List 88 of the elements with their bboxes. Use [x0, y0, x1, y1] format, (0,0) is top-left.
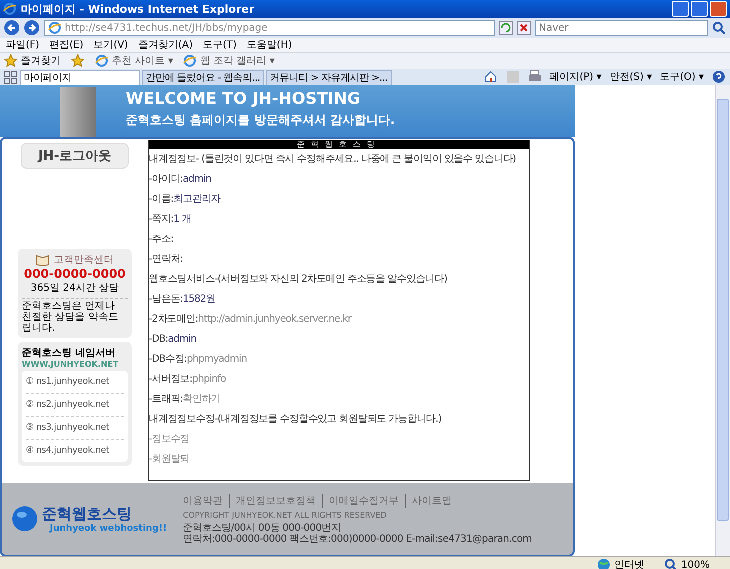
footer-address: 준혁호스팅/00시 00동 000-000번지 [183, 522, 342, 534]
nameserver-item: ③ ns3.junhyeok.net [26, 417, 124, 440]
maximize-button[interactable] [691, 1, 708, 17]
nameserver-title: 준혁호스팅 네임서버 [22, 347, 116, 360]
stop-icon[interactable] [517, 21, 531, 35]
help-icon[interactable] [712, 70, 726, 84]
book-icon [36, 253, 50, 267]
banner-subheading: 준혁호스팅 홈페이지를 방문해주셔서 감사합니다. [126, 112, 396, 129]
account-link[interactable]: -정보수정 [149, 434, 190, 445]
browser-tab[interactable]: 커뮤니티 > 자유게시판 >... [266, 70, 392, 85]
quick-tabs-icon[interactable] [4, 71, 18, 85]
field-label: -연락처: [149, 254, 183, 265]
refresh-icon[interactable] [499, 21, 513, 35]
browser-logo-icon [3, 2, 17, 16]
field-value: admin [182, 174, 212, 185]
support-note: 준혁호스팅은 언제나 친절한 상담을 약속드립니다. [22, 298, 128, 334]
footer-slogan: Junhyeok webhosting!! [48, 524, 168, 534]
home-icon[interactable] [484, 70, 498, 84]
browser-tab[interactable]: 간만에 들렀어요 - 웹속의... [142, 70, 264, 85]
add-favorite-icon[interactable] [71, 54, 85, 68]
print-icon[interactable] [528, 70, 542, 84]
field-label: -주소: [149, 234, 174, 245]
field-label: -트래픽: [149, 394, 183, 405]
server-drawing [60, 87, 96, 137]
site-address: WWW.JUNHYEOK.NET [22, 360, 120, 369]
nameserver-item: ① ns1.junhyeok.net [26, 371, 124, 394]
support-phone: 000-0000-0000 [24, 267, 126, 281]
menu-item[interactable]: 도구(T) [203, 38, 237, 52]
banner-heading: WELCOME TO JH-HOSTING [126, 90, 362, 108]
panel-title: 준혁웹호스팅 [149, 140, 529, 149]
field-label: -남은돈: [149, 294, 183, 305]
field-value: 최고관리자 [174, 194, 221, 205]
close-button[interactable] [710, 1, 727, 17]
field-label: -2차도메인: [149, 314, 198, 325]
field-value: admin [168, 334, 196, 345]
browser-tab[interactable]: 마이페이지 [20, 70, 140, 85]
section-heading: 내계정정보수정-(내계정정보를 수정할수있고 회원탈퇴도 가능합니다.) [149, 414, 442, 425]
field-value: 1582원 [182, 294, 216, 305]
scroll-thumb[interactable] [717, 99, 729, 521]
menu-item[interactable]: 편집(E) [50, 38, 84, 52]
scrollbar[interactable] [715, 85, 730, 556]
account-link[interactable]: phpinfo [192, 374, 226, 385]
forward-button[interactable] [24, 20, 40, 36]
field-label: -서버정보: [149, 374, 192, 385]
address-field[interactable]: http://se4731.techus.net/JH/bbs/mypage [44, 20, 495, 36]
favorites-link[interactable]: 웹 조각 갤러리 ▾ [200, 54, 275, 68]
page-icon [48, 21, 62, 35]
command-menu[interactable]: 페이지(P) ▾ [550, 70, 602, 84]
section-heading: 내계정정보- (틀린것이 있다면 즉시 수정해주세요.. 나중에 큰 불이익이 있을수 있습니다) [149, 154, 516, 165]
menu-item[interactable]: 파일(F) [6, 38, 40, 52]
command-menu[interactable]: 도구(O) ▾ [660, 70, 704, 84]
account-link[interactable]: -회원탈퇴 [149, 454, 190, 465]
footer-contact: 연락처:000-0000-0000 팩스번호:000)0000-0000 E-mail:se4731@paran.com [183, 534, 532, 544]
account-link[interactable]: 확인하기 [182, 394, 221, 405]
globe-icon [597, 558, 612, 569]
field-label: -이름: [149, 194, 174, 205]
globe-icon [12, 506, 38, 532]
account-link[interactable]: http://admin.junhyeok.server.ne.kr [198, 314, 352, 325]
footer-logo: 준혁웹호스팅 [42, 504, 133, 524]
star-icon [4, 54, 18, 68]
command-menu[interactable]: 안전(S) ▾ [610, 70, 652, 84]
favorites-link[interactable]: 추천 사이트 ▾ [112, 54, 174, 68]
field-label: -아이디: [149, 174, 183, 185]
favorites-button[interactable]: 즐겨찾기 [21, 54, 61, 68]
field-label: -DB수정: [149, 354, 187, 365]
page-icon [95, 54, 109, 68]
field-label: -DB: [149, 334, 168, 345]
zoom-level[interactable]: 100% [681, 560, 710, 569]
support-title: 고객만족센터 [54, 254, 114, 267]
logout-button[interactable]: JH-로그아웃 [21, 143, 129, 169]
section-heading: 웹호스팅서비스-(서버정보와 자신의 2차도메인 주소등을 알수있습니다) [149, 274, 448, 285]
window-title: 마이페이지 - Windows Internet Explorer [21, 2, 256, 16]
nameserver-item: ④ ns4.junhyeok.net [26, 445, 110, 458]
menu-item[interactable]: 즐겨찾기(A) [138, 38, 193, 52]
search-icon[interactable] [712, 21, 726, 35]
menu-item[interactable]: 보기(V) [94, 38, 128, 52]
zoom-icon[interactable] [664, 558, 678, 569]
back-button[interactable] [4, 20, 20, 36]
field-label: -쪽지: [149, 214, 174, 225]
account-link[interactable]: phpmyadmin [186, 354, 247, 365]
nameserver-item: ② ns2.junhyeok.net [26, 394, 124, 417]
search-field[interactable]: Naver [535, 20, 708, 36]
page-icon [183, 54, 198, 68]
minimize-button[interactable] [672, 1, 689, 17]
field-value: 1 개 [174, 214, 192, 225]
copyright-text: COPYRIGHT JUNHYEOK.NET ALL RIGHTS RESERVED [183, 510, 388, 520]
menu-item[interactable]: 도움말(H) [246, 38, 292, 52]
support-hours: 365일 24시간 상담 [30, 282, 120, 295]
